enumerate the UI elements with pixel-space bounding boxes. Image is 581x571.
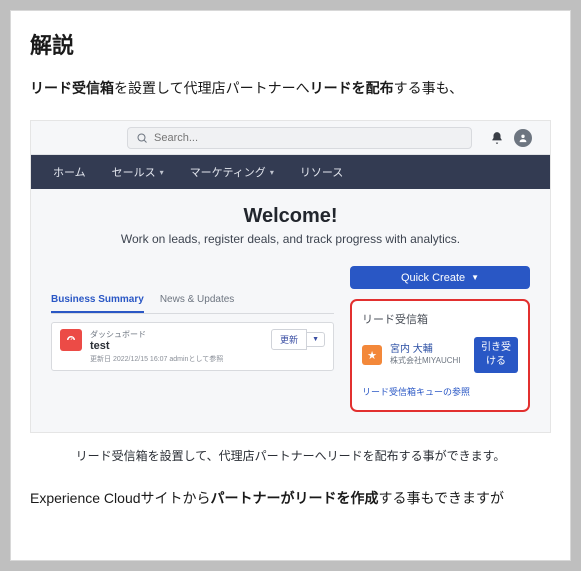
intro-bold-2: リードを配布: [310, 80, 394, 96]
search-input[interactable]: [148, 132, 463, 144]
top-bar: [31, 121, 550, 155]
global-search[interactable]: [127, 127, 472, 149]
lead-company: 株式会社MIYAUCHI: [390, 356, 466, 366]
intro-mid: を設置して代理店パートナーへ: [114, 80, 310, 96]
nav-marketing[interactable]: マーケティング▾: [190, 164, 274, 180]
lead-inbox-title: リード受信箱: [362, 311, 518, 327]
left-tabs: Business Summary News & Updates: [51, 288, 334, 314]
refresh-button[interactable]: 更新: [271, 329, 307, 350]
nav-resources[interactable]: リソース: [300, 164, 343, 180]
embedded-screenshot: ホーム セールス▾ マーケティング▾ リソース Welcome! Work on…: [30, 120, 551, 433]
notification-bell-icon[interactable]: [490, 131, 504, 145]
intro-line-1: リード受信箱を設置して代理店パートナーへリードを配布する事も、: [30, 78, 551, 98]
intro-tail: する事も、: [394, 80, 464, 96]
lead-star-icon: ★: [362, 345, 382, 365]
hero-title: Welcome!: [41, 205, 540, 228]
hero-section: Welcome! Work on leads, register deals, …: [31, 189, 550, 258]
line2-post: する事もできますが: [379, 490, 504, 506]
nav-sales[interactable]: セールス▾: [112, 164, 164, 180]
intro-bold-1: リード受信箱: [30, 80, 114, 96]
refresh-dropdown[interactable]: ▼: [307, 332, 325, 347]
screenshot-caption: リード受信箱を設置して、代理店パートナーへリードを配布する事ができます。: [30, 447, 551, 464]
dashboard-title: test: [90, 340, 263, 352]
user-avatar[interactable]: [514, 129, 532, 147]
page-heading: 解説: [30, 28, 551, 60]
accept-lead-button[interactable]: 引き受ける: [474, 337, 518, 373]
caret-down-icon: ▼: [471, 273, 479, 282]
dashboard-card: ダッシュボード test 更新日 2022/12/15 16:07 adminと…: [51, 322, 334, 371]
quick-create-button[interactable]: Quick Create ▼: [350, 266, 530, 289]
tab-business-summary[interactable]: Business Summary: [51, 288, 144, 313]
person-icon: [518, 133, 528, 143]
dashboard-icon: [60, 329, 82, 351]
main-nav: ホーム セールス▾ マーケティング▾ リソース: [31, 155, 550, 189]
lead-person-name[interactable]: 宮内 大輔: [390, 343, 466, 356]
line2-pre: Experience Cloudサイトから: [30, 490, 211, 506]
lead-queue-link[interactable]: リード受信箱キューの参照: [362, 385, 518, 398]
gauge-icon: [65, 334, 77, 346]
lead-item: ★ 宮内 大輔 株式会社MIYAUCHI 引き受ける: [362, 337, 518, 373]
search-icon: [136, 132, 148, 144]
dashboard-label: ダッシュボード: [90, 329, 263, 340]
chevron-down-icon: ▾: [160, 168, 164, 177]
line2-bold: パートナーがリードを作成: [211, 490, 379, 506]
tab-news-updates[interactable]: News & Updates: [160, 288, 234, 313]
nav-home[interactable]: ホーム: [53, 164, 86, 180]
chevron-down-icon: ▾: [270, 168, 274, 177]
hero-subtitle: Work on leads, register deals, and track…: [41, 232, 540, 246]
dashboard-updated: 更新日 2022/12/15 16:07 adminとして参照: [90, 354, 263, 364]
intro-line-2: Experience Cloudサイトからパートナーがリードを作成する事もできま…: [30, 488, 551, 508]
lead-inbox-panel: リード受信箱 ★ 宮内 大輔 株式会社MIYAUCHI 引き受ける リード受信箱…: [350, 299, 530, 412]
